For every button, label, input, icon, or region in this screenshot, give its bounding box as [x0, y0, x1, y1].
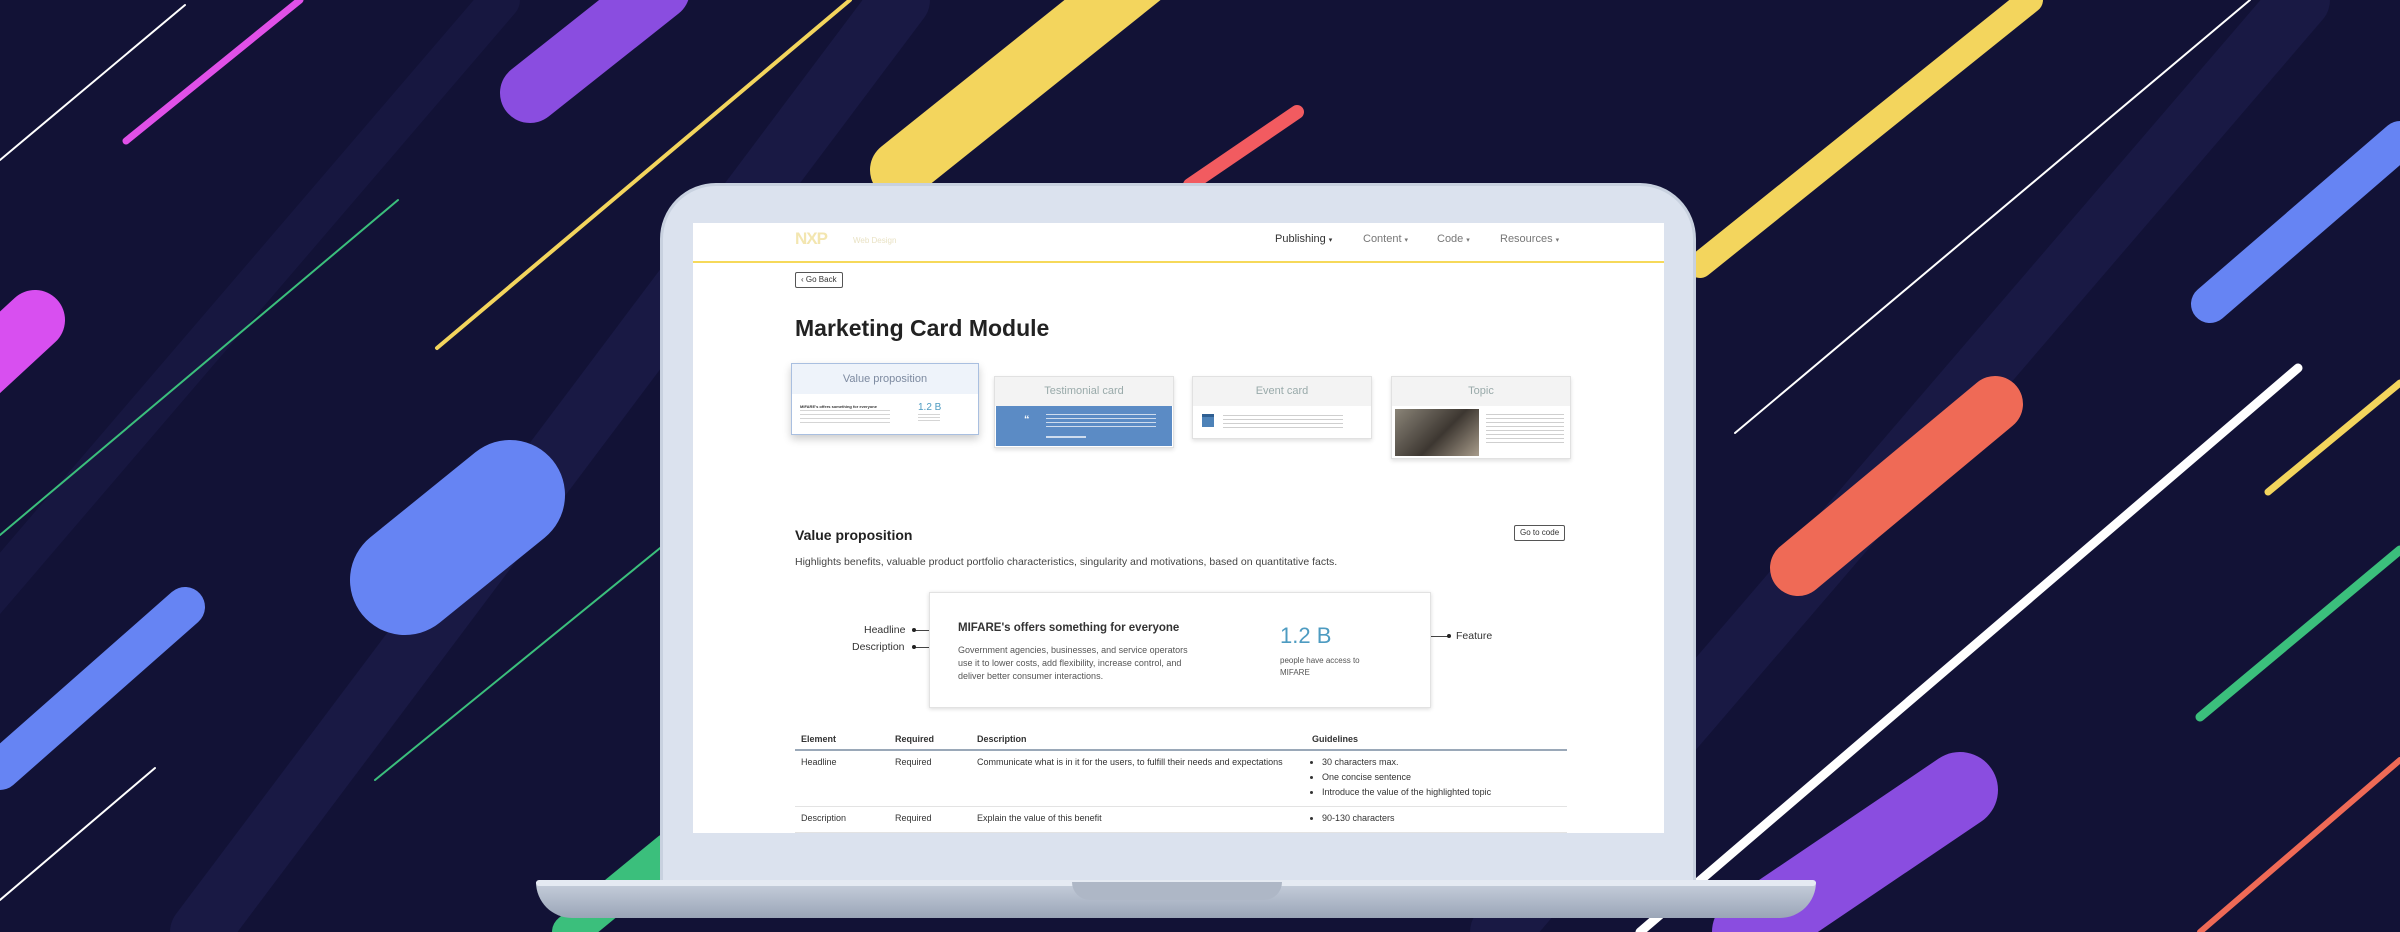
go-back-button[interactable]: ‹ Go Back — [795, 272, 843, 288]
card-value-proposition[interactable]: Value proposition MIFARE's offers someth… — [791, 363, 979, 435]
chevron-down-icon: ▾ — [1466, 237, 1470, 244]
topic-thumbnail — [1392, 406, 1570, 458]
chevron-down-icon: ▾ — [1328, 237, 1333, 244]
example-feature-caption: people have access to MIFARE — [1280, 656, 1360, 677]
card-label: Topic — [1392, 377, 1570, 406]
nav-content[interactable]: Content ▾ — [1363, 233, 1408, 245]
annotation-description: Description — [852, 641, 905, 653]
cell-guidelines: 30 characters max. One concise sentence … — [1306, 750, 1567, 807]
cell-description: Communicate what is in it for the users,… — [971, 750, 1306, 807]
top-navbar: NXP Web Design Publishing ▾ Content ▾ Code… — [693, 223, 1664, 263]
card-label: Testimonial card — [995, 377, 1173, 406]
column-header: Required — [889, 730, 971, 751]
event-thumbnail — [1193, 406, 1371, 438]
nav-code-label: Code — [1437, 233, 1464, 245]
thumbnail-text-lines — [1223, 415, 1343, 429]
annotation-dot — [912, 628, 916, 632]
go-to-code-button[interactable]: Go to code — [1514, 525, 1566, 541]
example-description: Government agencies, businesses, and ser… — [958, 645, 1188, 681]
quote-icon: “ — [1024, 414, 1030, 426]
thumbnail-headline: MIFARE's offers something for everyone — [800, 404, 877, 409]
table-row: Description Required Explain the value o… — [795, 806, 1567, 833]
cell-guidelines: 90-130 characters — [1306, 806, 1567, 833]
column-header: Description — [971, 730, 1306, 751]
thumbnail-text-lines — [800, 410, 890, 424]
cell-description: Explain the value of this benefit — [971, 806, 1306, 833]
value-proposition-thumbnail: MIFARE's offers something for everyone 1… — [792, 394, 978, 434]
card-event[interactable]: Event card — [1192, 376, 1372, 439]
value-proposition-example-card: MIFARE's offers something for everyone G… — [929, 592, 1431, 708]
nav-code[interactable]: Code ▾ — [1437, 233, 1470, 245]
example-feature-number: 1.2 B — [1280, 623, 1332, 648]
guideline-item: 30 characters max. — [1322, 757, 1561, 767]
example-headline: MIFARE's offers something for everyone — [958, 622, 1180, 634]
nav-publishing-label: Publishing — [1275, 233, 1326, 245]
guidelines-table: Element Required Description Guidelines … — [795, 730, 1567, 833]
table-row: Headline Required Communicate what is in… — [795, 750, 1567, 807]
annotation-dot — [912, 645, 916, 649]
section-title: Value proposition — [795, 527, 913, 543]
nxp-logo[interactable]: NXP — [795, 229, 828, 249]
laptop-screen: NXP Web Design Publishing ▾ Content ▾ Code… — [693, 223, 1664, 833]
guideline-item: One concise sentence — [1322, 772, 1561, 782]
card-label: Event card — [1193, 377, 1371, 406]
nav-publishing[interactable]: Publishing ▾ — [1275, 233, 1332, 245]
guideline-item: Introduce the value of the highlighted t… — [1322, 787, 1561, 797]
cell-element: Headline — [795, 750, 889, 807]
nav-resources-label: Resources — [1500, 233, 1553, 245]
annotation-headline: Headline — [864, 624, 906, 636]
thumbnail-caption-lines — [918, 414, 940, 421]
nav-resources[interactable]: Resources ▾ — [1500, 233, 1559, 245]
annotation-feature: Feature — [1456, 630, 1493, 642]
table-header-row: Element Required Description Guidelines — [795, 730, 1567, 751]
thumbnail-text-lines — [1046, 414, 1156, 430]
cell-required: Required — [889, 806, 971, 833]
thumbnail-text-lines — [1486, 414, 1564, 444]
column-header: Element — [795, 730, 889, 751]
guideline-item: 90-130 characters — [1322, 813, 1561, 823]
thumbnail-number: 1.2 B — [918, 402, 942, 413]
cell-element: Description — [795, 806, 889, 833]
testimonial-thumbnail: “ — [996, 406, 1172, 446]
calendar-icon — [1202, 414, 1214, 427]
nav-content-label: Content — [1363, 233, 1402, 245]
logo-subtitle: Web Design — [853, 236, 897, 245]
card-testimonial[interactable]: Testimonial card “ — [994, 376, 1174, 448]
laptop-notch — [1072, 882, 1282, 900]
thumbnail-author-line — [1046, 436, 1086, 438]
section-description: Highlights benefits, valuable product po… — [795, 556, 1338, 568]
card-label: Value proposition — [792, 364, 978, 394]
chevron-down-icon: ▾ — [1555, 237, 1560, 244]
cell-required: Required — [889, 750, 971, 807]
page-title: Marketing Card Module — [795, 315, 1050, 341]
chevron-down-icon: ▾ — [1404, 237, 1409, 244]
topic-photo — [1395, 409, 1479, 456]
card-topic[interactable]: Topic — [1391, 376, 1571, 459]
column-header: Guidelines — [1306, 730, 1567, 751]
annotation-dot — [1447, 634, 1451, 638]
